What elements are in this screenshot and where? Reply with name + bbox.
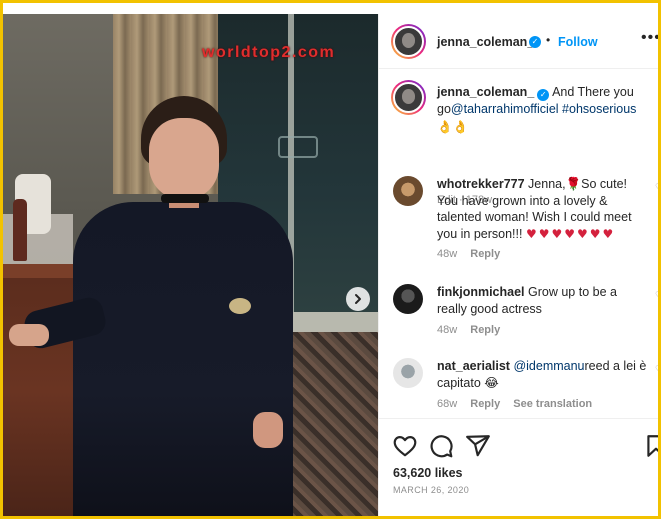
more-options-icon[interactable]: ••• xyxy=(641,29,661,47)
comment-like-icon[interactable]: ♡ xyxy=(655,290,661,301)
post-header: jenna_coleman_ ✓ • Follow ••• xyxy=(379,14,661,69)
comment-hearts: ♥♥♥♥♥♥♥ xyxy=(525,226,616,241)
post-date: MARCH 26, 2020 xyxy=(393,485,470,495)
comment-text-block: whotrekker777 Jenna,🌹So cute! You have g… xyxy=(437,176,649,242)
commenter-username[interactable]: nat_aerialist xyxy=(437,359,510,373)
photo-child-jacket xyxy=(73,202,293,519)
commenter-avatar[interactable] xyxy=(393,358,423,388)
photo-window-decal xyxy=(278,136,318,158)
author-avatar[interactable] xyxy=(391,24,426,59)
post-actions: 63,620 likes MARCH 26, 2020 xyxy=(379,418,661,519)
caption-mention-link[interactable]: @taharrahimofficiel xyxy=(451,102,559,116)
likes-count[interactable]: 63,620 likes xyxy=(393,466,463,480)
commenter-avatar[interactable] xyxy=(393,284,423,314)
comment-like-icon[interactable]: ♡ xyxy=(655,182,661,193)
post-photo[interactable]: worldtop2.com xyxy=(3,14,378,519)
author-username[interactable]: jenna_coleman_ xyxy=(437,35,534,49)
photo-brooch xyxy=(229,298,251,314)
commenter-avatar[interactable] xyxy=(393,176,423,206)
follow-button[interactable]: Follow xyxy=(558,35,598,49)
chevron-right-icon xyxy=(355,294,361,304)
reply-button[interactable]: Reply xyxy=(470,398,500,410)
comment-text-block: finkjonmichael Grow up to be a really go… xyxy=(437,284,649,317)
photo-child-face xyxy=(149,118,219,200)
reply-button[interactable]: Reply xyxy=(470,324,500,336)
comment-text-block: nat_aerialist @idemmanureed a lei è capi… xyxy=(437,358,649,391)
caption-hashtag-link[interactable]: #ohsoserious xyxy=(562,102,636,116)
see-translation-button[interactable]: See translation xyxy=(513,398,592,410)
comment-time: 48w xyxy=(437,248,458,260)
comment-meta: 48w Reply xyxy=(437,248,510,260)
photo-choker xyxy=(161,194,209,203)
post-side-panel: jenna_coleman_ ✓ • Follow ••• jenna_cole… xyxy=(378,14,661,519)
bookmark-icon[interactable] xyxy=(643,433,661,459)
commenter-username[interactable]: whotrekker777 xyxy=(437,177,525,191)
caption-emoji: 👌👌 xyxy=(437,119,469,134)
verified-icon: ✓ xyxy=(529,36,541,48)
caption-verified-icon: ✓ xyxy=(537,89,550,101)
comment-icon[interactable] xyxy=(428,433,454,459)
caption-username[interactable]: jenna_coleman_ xyxy=(437,85,534,99)
comment-like-icon[interactable]: ♡ xyxy=(655,364,661,375)
reply-button[interactable]: Reply xyxy=(470,248,500,260)
caption-text-block: jenna_coleman_ ✓ And There you go@taharra… xyxy=(437,84,652,136)
comment-time: 68w xyxy=(437,398,458,410)
header-separator: • xyxy=(546,33,551,47)
next-image-button[interactable] xyxy=(346,287,370,311)
comment-meta: 48w Reply xyxy=(437,324,510,336)
comment-meta: 68w Reply See translation xyxy=(437,398,602,410)
photo-bottle xyxy=(13,199,27,261)
photo-child-hand xyxy=(9,324,49,346)
comment-mention-link[interactable]: @idemmanu xyxy=(513,359,584,373)
share-icon[interactable] xyxy=(465,433,491,459)
commenter-username[interactable]: finkjonmichael xyxy=(437,285,525,299)
photo-child-hand-right xyxy=(253,412,283,448)
caption-avatar[interactable] xyxy=(391,80,426,115)
watermark-text: worldtop2.com xyxy=(202,44,336,61)
comment-time: 48w xyxy=(437,324,458,336)
heart-icon[interactable] xyxy=(392,433,418,459)
